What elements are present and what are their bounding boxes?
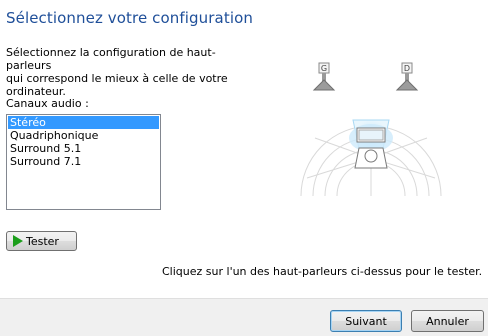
audio-channels-label: Canaux audio :	[6, 97, 89, 110]
right-speaker-icon[interactable]: D	[395, 62, 419, 91]
test-button-label: Tester	[26, 234, 59, 248]
list-item-surround-7-1[interactable]: Surround 7.1	[8, 155, 159, 168]
test-button[interactable]: Tester	[6, 231, 77, 251]
description-line: Sélectionnez la configuration de haut-pa…	[6, 46, 216, 72]
next-button[interactable]: Suivant	[330, 310, 402, 332]
hint-text: Cliquez sur l'un des haut-parleurs ci-de…	[162, 265, 483, 278]
play-icon	[13, 235, 23, 247]
footer-bar: Suivant Annuler	[0, 298, 488, 336]
right-speaker-label: D	[404, 64, 410, 73]
page-title: Sélectionnez votre configuration	[6, 9, 253, 27]
left-speaker-icon[interactable]: G	[312, 62, 336, 91]
speaker-diagram: G D	[295, 58, 447, 198]
listener-icon	[354, 127, 388, 169]
audio-channels-listbox[interactable]: Stéréo Quadriphonique Surround 5.1 Surro…	[6, 114, 161, 210]
description: Sélectionnez la configuration de haut-pa…	[6, 46, 256, 98]
left-speaker-label: G	[321, 64, 327, 73]
cancel-button[interactable]: Annuler	[411, 310, 484, 332]
list-item-stereo[interactable]: Stéréo	[8, 116, 159, 129]
list-item-quadriphonique[interactable]: Quadriphonique	[8, 129, 159, 142]
list-item-surround-5-1[interactable]: Surround 5.1	[8, 142, 159, 155]
description-line: qui correspond le mieux à celle de votre	[6, 72, 228, 85]
